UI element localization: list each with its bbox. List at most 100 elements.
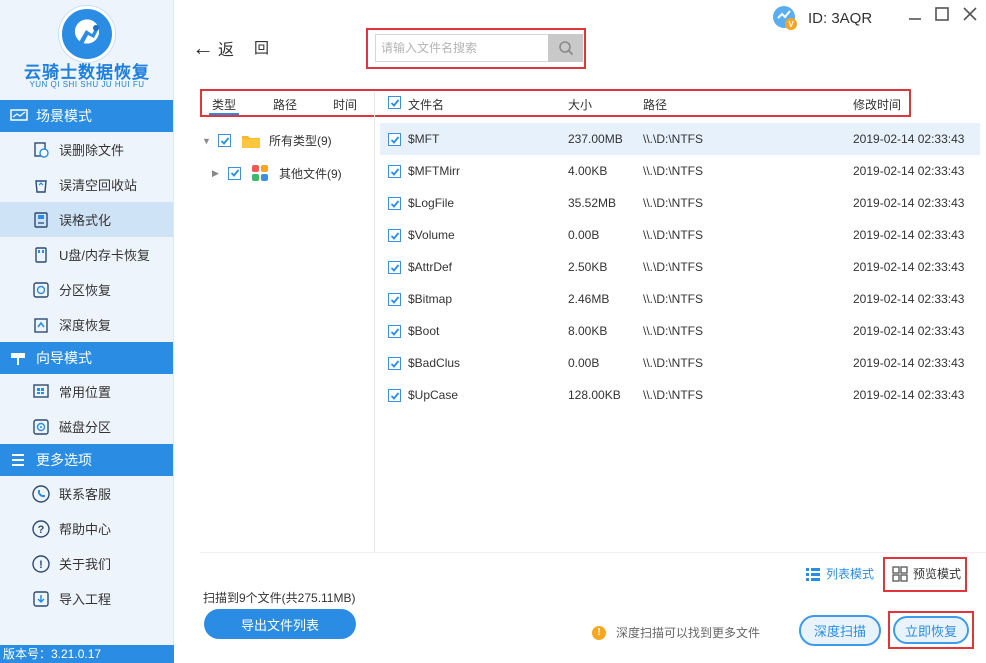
back-label: 返 (218, 42, 235, 59)
cell-path: \\.\D:\NTFS (643, 388, 703, 402)
check-icon (390, 359, 399, 368)
row-checkbox[interactable] (388, 293, 401, 306)
column-header-path[interactable]: 路径 (643, 96, 667, 113)
cell-file-name: $BadClus (408, 356, 461, 370)
table-row[interactable]: $Bitmap 2.46MB \\.\D:\NTFS 2019-02-14 02:33… (380, 283, 980, 315)
tree-item-other-files[interactable]: ▶ 其他文件(9) (212, 164, 342, 182)
table-row[interactable]: $Boot 8.00KB \\.\D:\NTFS 2019-02-14 02:33:4… (380, 315, 980, 347)
filter-tab-type[interactable]: 类型 (212, 96, 236, 113)
table-row[interactable]: $BadClus 0.00B \\.\D:\NTFS 2019-02-14 02:33… (380, 347, 980, 379)
cell-modified: 2019-02-14 02:33:43 (853, 196, 965, 210)
app-logo: 云骑士数据恢复 YUN QI SHI SHU JU HUI FU (0, 0, 173, 100)
row-checkbox[interactable] (388, 325, 401, 338)
disk-icon (32, 418, 50, 436)
cell-size: 0.00B (568, 228, 600, 242)
recover-now-button[interactable]: 立即恢复 (893, 616, 969, 644)
import-icon (32, 590, 50, 608)
section-title: 场景模式 (36, 108, 92, 124)
table-row[interactable]: $LogFile 35.52MB \\.\D:\NTFS 2019-02-14 02:… (380, 187, 980, 219)
sidebar-item-help-center[interactable]: ? 帮助中心 (0, 511, 173, 546)
undo-button[interactable]: 回 (254, 37, 269, 58)
cell-path: \\.\D:\NTFS (643, 260, 703, 274)
sidebar-item-about-us[interactable]: ! 关于我们 (0, 546, 173, 581)
maximize-button[interactable] (932, 6, 952, 27)
sidebar-item-disk-partition[interactable]: 磁盘分区 (0, 409, 173, 444)
sidebar-item-contact-support[interactable]: 联系客服 (0, 476, 173, 511)
cell-modified: 2019-02-14 02:33:43 (853, 356, 965, 370)
row-checkbox[interactable] (388, 229, 401, 242)
column-header-name[interactable]: 文件名 (408, 96, 444, 113)
logo-subtitle: YUN QI SHI SHU JU HUI FU (29, 80, 145, 89)
tree-item-label: 所有类型(9) (269, 134, 332, 148)
check-icon (390, 199, 399, 208)
cell-file-name: $Bitmap (408, 292, 453, 306)
sidebar-item-partition[interactable]: 分区恢复 (0, 272, 173, 307)
table-row[interactable]: $MFT 237.00MB \\.\D:\NTFS 2019-02-14 02:33:… (380, 123, 980, 155)
expand-down-icon[interactable]: ▼ (202, 136, 214, 146)
deep-scan-button[interactable]: 深度扫描 (799, 615, 881, 646)
cell-size: 2.50KB (568, 260, 608, 274)
svg-text:V: V (788, 20, 794, 29)
cell-path: \\.\D:\NTFS (643, 196, 703, 210)
deep-recover-icon (32, 316, 50, 334)
minimize-icon (909, 18, 921, 20)
list-mode-icon (806, 567, 820, 581)
sidebar-item-label: U盘/内存卡恢复 (59, 248, 151, 263)
close-icon (963, 7, 977, 21)
sidebar-item-label: 联系客服 (59, 487, 112, 502)
row-checkbox[interactable] (388, 389, 401, 402)
minimize-button[interactable] (905, 6, 925, 27)
export-file-list-button[interactable]: 导出文件列表 (204, 609, 356, 639)
table-row[interactable]: $MFTMirr 4.00KB \\.\D:\NTFS 2019-02-14 02:3… (380, 155, 980, 187)
row-checkbox[interactable] (388, 197, 401, 210)
check-icon (390, 263, 399, 272)
partition-icon (32, 281, 50, 299)
grid-icon (892, 565, 908, 582)
cell-size: 0.00B (568, 356, 600, 370)
active-tab-indicator (209, 113, 239, 115)
preview-mode-button[interactable]: 预览模式 (892, 565, 961, 582)
sidebar-item-format[interactable]: 误格式化 (0, 202, 173, 237)
tree-checkbox[interactable] (218, 134, 231, 147)
search-button[interactable] (548, 34, 583, 62)
list-mode-button[interactable]: 列表模式 (806, 565, 874, 582)
sidebar-item-usb-card[interactable]: U盘/内存卡恢复 (0, 237, 173, 272)
phone-icon (32, 484, 50, 503)
column-header-modified[interactable]: 修改时间 (853, 96, 901, 113)
cell-path: \\.\D:\NTFS (643, 292, 703, 306)
check-icon (390, 231, 399, 240)
expand-right-icon[interactable]: ▶ (212, 168, 224, 179)
other-files-icon (251, 164, 269, 182)
section-more-options: 更多选项 (0, 444, 173, 476)
table-row[interactable]: $Volume 0.00B \\.\D:\NTFS 2019-02-14 02:33:… (380, 219, 980, 251)
cell-path: \\.\D:\NTFS (643, 164, 703, 178)
tree-item-all-types[interactable]: ▼ 所有类型(9) (202, 132, 332, 149)
row-checkbox[interactable] (388, 357, 401, 370)
cell-modified: 2019-02-14 02:33:43 (853, 292, 965, 306)
row-checkbox[interactable] (388, 165, 401, 178)
close-button[interactable] (960, 6, 980, 27)
warning-icon: ! (592, 625, 606, 640)
help-icon: ? (32, 519, 50, 538)
sidebar-item-deleted-files[interactable]: 误删除文件 (0, 132, 173, 167)
filter-tab-path[interactable]: 路径 (273, 96, 297, 113)
sidebar-item-common-locations[interactable]: 常用位置 (0, 374, 173, 409)
table-row[interactable]: $UpCase 128.00KB \\.\D:\NTFS 2019-02-14 02:… (380, 379, 980, 411)
preview-mode-label: 预览模式 (913, 567, 962, 581)
search-input[interactable] (375, 34, 550, 62)
select-all-checkbox[interactable] (388, 96, 401, 109)
cell-file-name: $MFT (408, 132, 440, 146)
tree-checkbox[interactable] (228, 166, 241, 180)
filter-tab-time[interactable]: 时间 (333, 96, 357, 113)
row-checkbox[interactable] (388, 133, 401, 146)
column-header-size[interactable]: 大小 (568, 96, 592, 113)
deleted-file-icon (32, 141, 50, 159)
back-button[interactable]: ← 返 (192, 36, 234, 60)
row-checkbox[interactable] (388, 261, 401, 274)
sidebar-item-deep-recover[interactable]: 深度恢复 (0, 307, 173, 342)
svg-text:?: ? (38, 524, 45, 536)
sidebar-item-recycle-bin[interactable]: 误清空回收站 (0, 167, 173, 202)
table-row[interactable]: $AttrDef 2.50KB \\.\D:\NTFS 2019-02-14 02:3… (380, 251, 980, 283)
sidebar-item-import-project[interactable]: 导入工程 (0, 581, 173, 616)
tip-text: 深度扫描可以找到更多文件 (616, 626, 761, 640)
